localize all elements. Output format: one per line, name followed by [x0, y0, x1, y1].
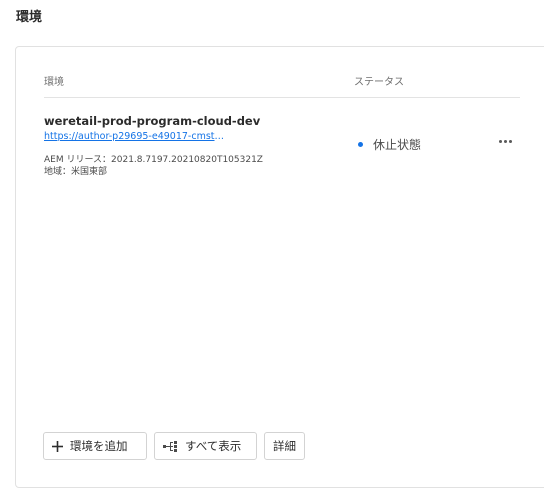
column-header-status: ステータス — [354, 77, 404, 88]
column-header-environment: 環境 — [44, 77, 64, 88]
environment-url-link[interactable]: https://author-p29695-e49017-cmstg.a... — [44, 131, 226, 142]
header-divider — [44, 97, 520, 98]
add-environment-button[interactable]: 環境を追加 — [43, 432, 147, 460]
show-all-label: すべて表示 — [185, 439, 242, 453]
page-title: 環境 — [16, 10, 43, 25]
environment-name: weretail-prod-program-cloud-dev — [44, 114, 261, 128]
more-actions-button[interactable] — [494, 133, 516, 149]
status-label: 休止状態 — [373, 138, 422, 152]
details-button[interactable]: 詳細 — [264, 432, 305, 460]
status-dot-icon — [358, 142, 363, 147]
environments-card: 環境 ステータス weretail-prod-program-cloud-dev… — [15, 46, 544, 488]
tree-view-icon — [163, 440, 178, 452]
more-icon-dot — [508, 139, 512, 143]
show-all-button[interactable]: すべて表示 — [154, 432, 257, 460]
more-icon-dot — [503, 139, 507, 143]
more-icon — [498, 139, 502, 143]
plus-icon — [52, 440, 63, 452]
details-label: 詳細 — [273, 439, 296, 453]
add-environment-label: 環境を追加 — [70, 439, 128, 453]
region: 地域：米国東部 — [44, 167, 108, 177]
status-indicator: 休止状態 — [358, 136, 421, 153]
